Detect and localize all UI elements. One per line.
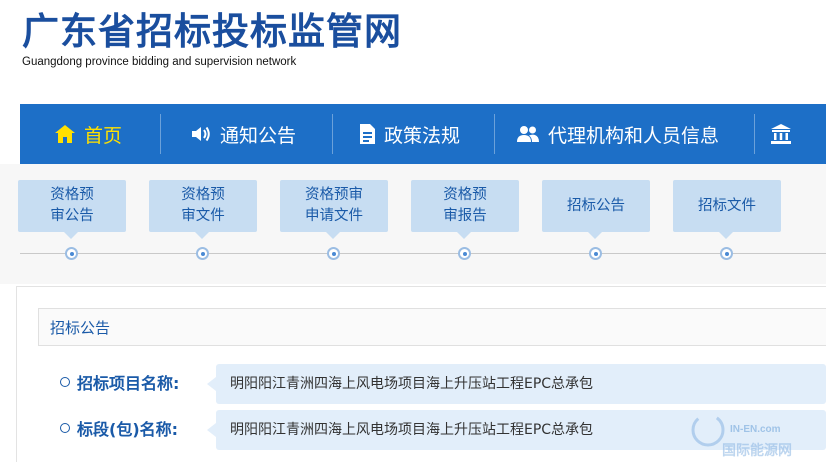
nav-item-agencies[interactable]: 代理机构和人员信息 [516,104,719,164]
nav-item-home[interactable]: 首页 [54,104,122,164]
bank-icon [770,123,792,145]
field-label: 招标项目名称: [77,374,180,393]
nav-item-label: 首页 [84,124,123,147]
field-label: 标段(包)名称: [77,420,179,439]
nav-item-label: 代理机构和人员信息 [548,124,720,147]
nav-item-notices[interactable]: 通知公告 [190,104,296,164]
bullet-icon [60,377,70,387]
timeline-dot [589,247,602,260]
timeline-dot [196,247,209,260]
document-icon [358,123,376,145]
timeline-dot [458,247,471,260]
site-title[interactable]: 广东省招标投标监管网 [22,8,402,56]
step-prequal-docs[interactable]: 资格预 审文件 [149,180,257,239]
site-subtitle: Guangdong province bidding and supervisi… [22,56,297,68]
nav-item-label: 政策法规 [384,124,461,147]
step-prequal-application[interactable]: 资格预审 申请文件 [280,180,388,239]
step-tender-docs[interactable]: 招标文件 [673,180,781,239]
nav-divider [332,114,333,154]
users-icon [516,124,540,144]
step-tender-notice[interactable]: 招标公告 [542,180,650,239]
step-prequal-notice[interactable]: 资格预 审公告 [18,180,126,239]
field-row-project-name: 招标项目名称: 明阳阳江青洲四海上风电场项目海上升压站工程EPC总承包 [60,364,826,404]
nav-divider [494,114,495,154]
bullet-icon [60,423,70,433]
timeline-line [20,253,826,254]
nav-item-label: 通知公告 [220,124,297,147]
home-icon [54,123,76,145]
step-prequal-report[interactable]: 资格预 审报告 [411,180,519,239]
speaker-icon [190,124,212,144]
nav-divider [754,114,755,154]
nav-divider [160,114,161,154]
watermark-logo: IN-EN.com 国际能源网 [688,402,826,462]
timeline-dot [327,247,340,260]
timeline-dot [65,247,78,260]
nav-item-more[interactable] [770,104,800,164]
nav-item-policies[interactable]: 政策法规 [358,104,460,164]
timeline-dot [720,247,733,260]
panel-title: 招标公告 [50,319,111,337]
panel-header [38,308,826,346]
watermark-cn: 国际能源网 [722,443,792,459]
site-header: 广东省招标投标监管网 Guangdong province bidding an… [0,0,826,100]
main-navbar: 首页 通知公告 政策法规 代理机构和人员信息 [20,104,826,164]
watermark-brand: IN-EN.com [730,424,781,435]
field-value: 明阳阳江青洲四海上风电场项目海上升压站工程EPC总承包 [207,364,826,404]
